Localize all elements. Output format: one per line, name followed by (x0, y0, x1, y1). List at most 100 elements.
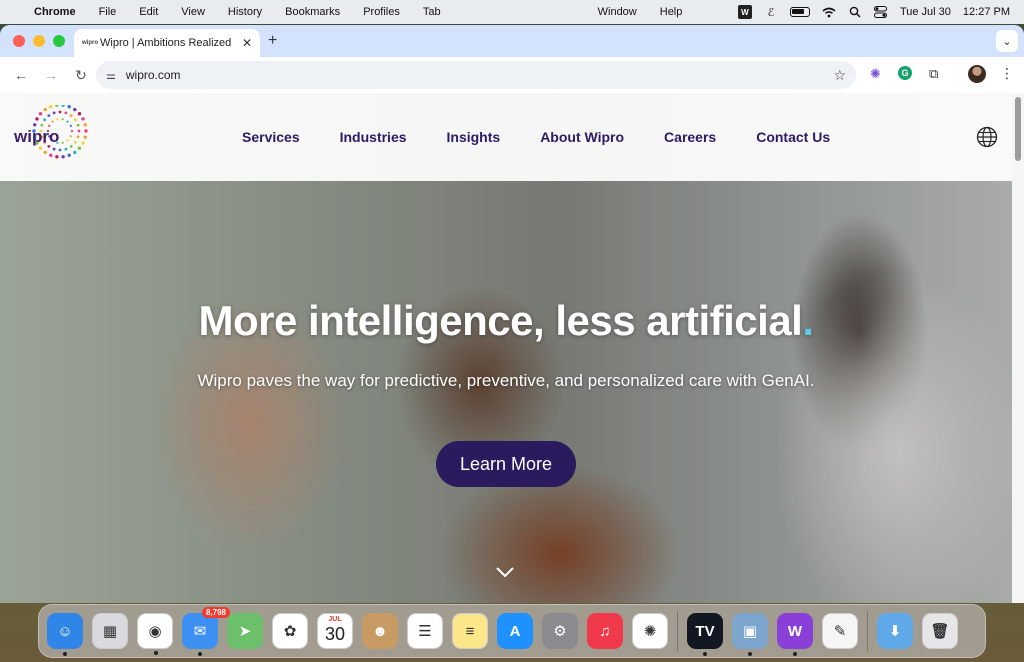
tab-search-chevron-icon[interactable]: ⌄ (996, 30, 1018, 52)
dock-textedit-icon[interactable]: ✎ (822, 613, 858, 649)
back-arrow-icon[interactable]: ← (10, 67, 32, 83)
wifi-icon[interactable] (822, 5, 836, 19)
running-indicator (793, 652, 797, 656)
textedit-glyph: ✎ (833, 623, 847, 640)
logo-dot (51, 120, 54, 123)
chatgpt-glyph: ✺ (643, 623, 657, 640)
dock-preview-icon[interactable]: ▣ (732, 613, 768, 656)
globe-icon[interactable] (976, 126, 998, 148)
dock-finder-icon[interactable]: ☺ (47, 613, 83, 656)
forward-arrow-icon[interactable]: → (40, 67, 62, 83)
menu-window[interactable]: Window (598, 6, 637, 18)
menu-profiles[interactable]: Profiles (363, 6, 400, 18)
dock-trash-icon[interactable]: 🗑 (922, 613, 958, 649)
dock-calendar-icon[interactable]: JUL 30 (317, 613, 353, 649)
dock-system-settings-icon[interactable]: ⚙ (542, 613, 578, 649)
trash-glyph: 🗑 (930, 623, 950, 640)
menu-file[interactable]: File (99, 6, 117, 18)
browser-toolbar: ← → ↻ ⚌ wipro.com ☆ ✺ G ⧉ ⋮ (0, 57, 1024, 93)
calendar-day: 30 (324, 624, 346, 644)
logo-dot (66, 120, 69, 123)
menu-edit[interactable]: Edit (139, 6, 158, 18)
menu-bookmarks[interactable]: Bookmarks (285, 6, 340, 18)
minimize-window-button[interactable] (33, 35, 45, 47)
logo-dot (81, 141, 85, 145)
dock-launchpad-icon[interactable]: ▦ (92, 613, 128, 649)
logo-dot (61, 141, 64, 144)
dock-app-store-icon[interactable]: A (497, 613, 533, 649)
logo-dot (69, 144, 73, 148)
scroll-down-chevron-icon[interactable] (495, 565, 515, 579)
maps-glyph: ➤ (238, 623, 252, 640)
wipro-logo-text[interactable]: wipro (14, 127, 59, 147)
dock-maps-icon[interactable]: ➤ (227, 613, 263, 649)
wondershare-status-icon[interactable]: W (737, 5, 752, 19)
site-info-icon[interactable]: ⚌ (106, 69, 116, 82)
menu-history[interactable]: History (228, 6, 262, 18)
finder-glyph: ☺ (57, 622, 73, 640)
browser-window: wipro Wipro | Ambitions Realized ✕ + ⌄ ←… (0, 25, 1024, 603)
extension-flower-icon[interactable]: ✺ (870, 66, 881, 82)
close-tab-icon[interactable]: ✕ (242, 36, 252, 50)
system-settings-glyph: ⚙ (553, 623, 567, 640)
logo-dot (66, 139, 69, 142)
battery-icon[interactable] (789, 7, 810, 17)
bookmark-star-icon[interactable]: ☆ (833, 67, 846, 84)
profile-avatar[interactable] (968, 65, 986, 83)
menu-view[interactable]: View (181, 6, 205, 18)
grammarly-extension-icon[interactable]: G (898, 66, 912, 80)
downloads-glyph: ⬇ (888, 623, 902, 640)
dock-downloads-icon[interactable]: ⬇ (877, 613, 913, 649)
dock-music-icon[interactable]: ♫ (587, 613, 623, 649)
dock-wondershare-icon[interactable]: W (777, 613, 813, 656)
close-window-button[interactable] (13, 35, 25, 47)
running-indicator (63, 652, 67, 656)
dock-mail-icon[interactable]: ✉ 8,798 (182, 607, 230, 656)
logo-dot (38, 146, 43, 150)
logo-dot (77, 112, 82, 116)
menu-app-name[interactable]: Chrome (34, 6, 76, 18)
extensions-puzzle-icon[interactable]: ⧉ (929, 66, 938, 82)
nav-insights[interactable]: Insights (447, 129, 501, 145)
menubar-time[interactable]: 12:27 PM (963, 6, 1010, 18)
logo-dot (56, 118, 59, 121)
scrollbar-thumb[interactable] (1015, 97, 1021, 161)
dock: ☺ ▦ ◉ ✉ 8,798 ➤ ✿ JUL 30 ☻ ☰ ≡ A ⚙ ♫ ✺ TV ▣ W ✎ ⬇ 🗑 (38, 604, 986, 658)
menu-help[interactable]: Help (660, 6, 683, 18)
nav-industries[interactable]: Industries (340, 129, 407, 145)
running-indicator (748, 652, 752, 656)
menu-tab[interactable]: Tab (423, 6, 441, 18)
logo-dot (64, 111, 68, 115)
nav-careers[interactable]: Careers (664, 129, 716, 145)
nav-services[interactable]: Services (242, 129, 300, 145)
learn-more-button[interactable]: Learn More (436, 441, 576, 487)
dock-chatgpt-icon[interactable]: ✺ (632, 613, 668, 649)
dock-tradingview-icon[interactable]: TV (687, 613, 723, 656)
dock-chrome-icon[interactable]: ◉ (137, 613, 173, 655)
address-bar[interactable]: ⚌ wipro.com ☆ (96, 61, 856, 89)
nav-contact-us[interactable]: Contact Us (756, 129, 830, 145)
nav-about-wipro[interactable]: About Wipro (540, 129, 624, 145)
zoom-window-button[interactable] (53, 35, 65, 47)
window-controls (13, 35, 65, 47)
reload-icon[interactable]: ↻ (70, 67, 92, 84)
wipro-favicon-icon: wipro (82, 40, 98, 46)
spotlight-search-icon[interactable] (848, 5, 862, 19)
logo-dot (55, 155, 59, 159)
url-text[interactable]: wipro.com (126, 68, 834, 82)
more-menu-icon[interactable]: ⋮ (1000, 65, 1014, 82)
script-status-icon[interactable]: ℰ (764, 5, 778, 19)
hero-title-text: More intelligence, less artificial (198, 297, 803, 344)
tradingview-glyph: TV (695, 622, 715, 640)
hero-subtitle: Wipro paves the way for predictive, prev… (197, 371, 815, 390)
dock-reminders-icon[interactable]: ☰ (407, 613, 443, 649)
new-tab-plus-icon[interactable]: + (268, 32, 277, 50)
dock-notes-icon[interactable]: ≡ (452, 613, 488, 649)
control-center-icon[interactable] (874, 5, 888, 19)
tab-wipro[interactable]: wipro Wipro | Ambitions Realized ✕ (74, 29, 260, 57)
dock-contacts-icon[interactable]: ☻ (362, 613, 398, 649)
page-scrollbar[interactable] (1012, 93, 1024, 603)
dock-photos-icon[interactable]: ✿ (272, 613, 308, 649)
tab-title: Wipro | Ambitions Realized (100, 37, 232, 49)
menubar-date[interactable]: Tue Jul 30 (900, 6, 951, 18)
